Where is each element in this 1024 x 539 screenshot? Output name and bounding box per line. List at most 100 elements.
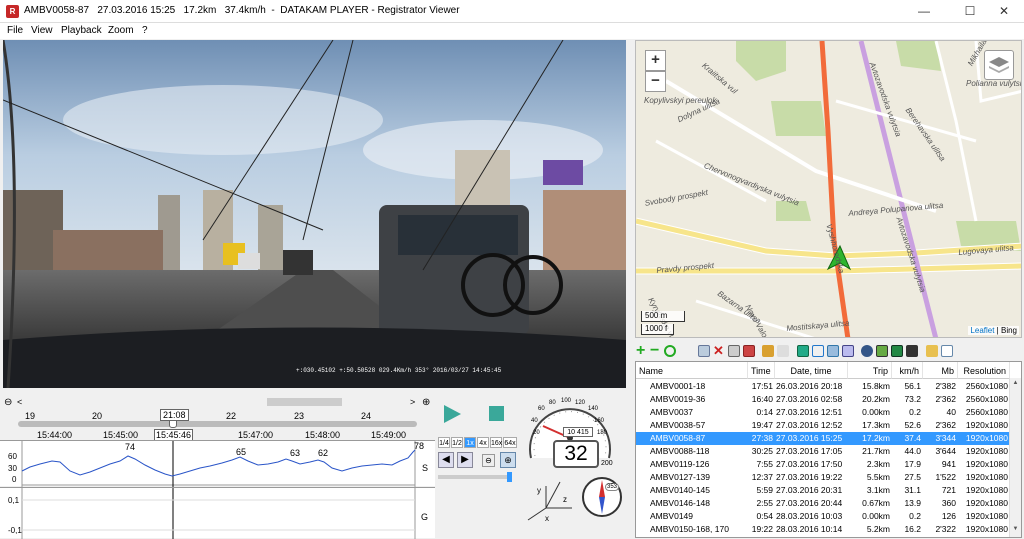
zoom-out-icon[interactable]: ⊖ xyxy=(482,454,495,467)
file-cell-trip: 5.2km xyxy=(866,524,890,534)
file-cell-trip: 3.1km xyxy=(866,485,890,495)
refresh-icon[interactable] xyxy=(664,345,676,357)
file-row[interactable]: AMBV0149 0:54 28.03.2016 10:03 0.00km 0.2 126… xyxy=(636,510,1010,523)
speed-64x-button[interactable]: 64x xyxy=(503,437,517,448)
remove-icon[interactable]: − xyxy=(650,343,662,359)
file-row[interactable]: AMBV0058-87 27:38 27.03.2016 15:25 17.2km 37… xyxy=(636,432,1010,445)
file-row[interactable]: AMBV0038-57 19:47 27.03.2016 12:52 17.3km 52… xyxy=(636,419,1010,432)
map-zoom-out-button[interactable]: − xyxy=(645,71,666,92)
magnify-plus-icon[interactable]: ⊕ xyxy=(422,397,430,408)
file-row[interactable]: AMBV0119-126 7:55 27.03.2016 17:50 2.3km 17.… xyxy=(636,458,1010,471)
scroll-up-icon[interactable]: ▲ xyxy=(1011,380,1020,386)
column-header-kmh[interactable]: km/h xyxy=(892,362,923,379)
document-icon[interactable] xyxy=(941,345,953,357)
check-icon[interactable] xyxy=(891,345,903,357)
add-icon[interactable]: + xyxy=(636,343,648,359)
file-cell-date: 27.03.2016 19:22 xyxy=(776,472,843,482)
crop-icon[interactable] xyxy=(812,345,824,357)
camera-icon[interactable] xyxy=(743,345,755,357)
file-row[interactable]: AMBV0146-148 2:55 27.03.2016 20:44 0.67km 13… xyxy=(636,497,1010,510)
file-cell-mb: 3'344 xyxy=(935,433,956,443)
map-icon[interactable] xyxy=(876,345,888,357)
column-header-name[interactable]: Name xyxy=(636,362,748,379)
speed-chart[interactable]: 60 30 0 74 65 63 62 78 S xyxy=(0,440,435,487)
menu-zoom[interactable]: Zoom xyxy=(108,25,134,36)
copy-icon[interactable] xyxy=(698,345,710,357)
cut-icon[interactable] xyxy=(777,345,789,357)
file-row[interactable]: AMBV0019-36 16:40 27.03.2016 02:58 20.2km 73… xyxy=(636,393,1010,406)
file-cell-name: AMBV0001-18 xyxy=(650,381,706,391)
menu-help[interactable]: ? xyxy=(142,25,148,36)
film-icon[interactable] xyxy=(906,345,918,357)
minute-tick-label: 15:47:00 xyxy=(238,430,274,440)
file-row[interactable]: AMBV0140-145 5:59 27.03.2016 20:31 3.1km 31.… xyxy=(636,484,1010,497)
file-list-scrollbar[interactable]: ▲ ▼ xyxy=(1009,378,1021,537)
export-icon[interactable] xyxy=(797,345,809,357)
timeline-scroll-right[interactable]: > xyxy=(410,397,415,407)
map-zoom-in-button[interactable]: + xyxy=(645,50,666,71)
z-axis-label: z xyxy=(563,495,567,504)
file-row[interactable]: AMBV0088-118 30:25 27.03.2016 17:05 21.7km 4… xyxy=(636,445,1010,458)
file-cell-name: AMBV0127-139 xyxy=(650,472,711,482)
file-cell-name: AMBV0088-118 xyxy=(650,446,710,456)
zoom-in-icon[interactable]: ⊕ xyxy=(500,452,516,468)
scroll-down-icon[interactable]: ▼ xyxy=(1011,526,1020,532)
file-cell-trip: 5.5km xyxy=(866,472,890,482)
volume-slider[interactable] xyxy=(438,475,512,479)
column-header-trip[interactable]: Trip xyxy=(848,362,892,379)
playback-controls: 1/4 1/2 1x 4x 16x 64x ◀ ▶ ⊖ ⊕ xyxy=(436,393,522,538)
column-header-datetime[interactable]: Date, time xyxy=(775,362,848,379)
globe-icon[interactable] xyxy=(861,345,873,357)
file-cell-name: AMBV0149 xyxy=(650,511,693,521)
file-cell-kmh: 52.6 xyxy=(904,420,921,430)
close-button[interactable]: ✕ xyxy=(984,0,1024,23)
menu-file[interactable]: File xyxy=(7,25,23,36)
map-view[interactable]: + − Avtozavodska vulytsia Avtozavodska v… xyxy=(635,40,1022,338)
file-cell-res: 2560x1080 xyxy=(965,407,1008,417)
column-header-resolution[interactable]: Resolution xyxy=(958,362,1010,379)
speed-peak-label: 62 xyxy=(318,448,329,458)
next-frame-icon[interactable]: ▶ xyxy=(457,452,473,468)
timeline[interactable]: ⊖ ⊕ < > 19 20 21:08 22 23 24 15:44:00 15… xyxy=(0,393,435,441)
leaflet-link[interactable]: Leaflet xyxy=(970,326,994,335)
delete-icon[interactable]: ✕ xyxy=(713,344,725,357)
key-icon[interactable] xyxy=(762,345,774,357)
file-row[interactable]: AMBV0037 0:14 27.03.2016 12:51 0.00km 0.2 40 2… xyxy=(636,406,1010,419)
folder-icon[interactable] xyxy=(926,345,938,357)
volume-slider-thumb[interactable] xyxy=(507,472,512,482)
speed-quarter-button[interactable]: 1/4 xyxy=(438,437,450,448)
file-cell-date: 27.03.2016 15:25 xyxy=(776,433,843,443)
timeline-scroll-left[interactable]: < xyxy=(17,397,22,407)
column-header-time[interactable]: Time xyxy=(748,362,775,379)
magnify-minus-icon[interactable]: ⊖ xyxy=(4,397,12,408)
file-cell-res: 1920x1080 xyxy=(965,459,1008,469)
menu-bar: File View Playback Zoom ? xyxy=(0,23,1024,39)
speed-peak-label: 74 xyxy=(125,442,136,452)
stop-icon[interactable] xyxy=(489,406,504,421)
file-list[interactable]: Name Time Date, time Trip km/h Mb Resolu… xyxy=(635,361,1022,538)
column-header-mb[interactable]: Mb xyxy=(923,362,958,379)
file-cell-mb: 3'644 xyxy=(935,446,956,456)
previous-frame-icon[interactable]: ◀ xyxy=(438,452,454,468)
minimize-button[interactable]: — xyxy=(904,0,944,23)
speed-16x-button[interactable]: 16x xyxy=(490,437,502,448)
speed-1x-button[interactable]: 1x xyxy=(464,437,476,448)
speed-4x-button[interactable]: 4x xyxy=(477,437,489,448)
save-icon[interactable] xyxy=(728,345,740,357)
file-cell-time: 5:59 xyxy=(756,485,773,495)
layers-icon[interactable] xyxy=(984,50,1014,80)
timeline-track[interactable] xyxy=(18,421,417,427)
file-row[interactable]: AMBV0127-139 12:37 27.03.2016 19:22 5.5km 27… xyxy=(636,471,1010,484)
timeline-scrollbar-thumb[interactable] xyxy=(267,398,342,406)
menu-playback[interactable]: Playback xyxy=(61,25,102,36)
play-icon[interactable] xyxy=(444,405,461,423)
menu-view[interactable]: View xyxy=(31,25,53,36)
video-frame[interactable]: +:030.45102 +:50.50528 029.4Km/h 353° 20… xyxy=(3,40,626,388)
file-row[interactable]: AMBV0150-168, 170 19:22 28.03.2016 10:14 5.… xyxy=(636,523,1010,536)
g-sensor-chart[interactable]: 0,1 -0,1 G xyxy=(0,487,435,539)
speed-half-button[interactable]: 1/2 xyxy=(451,437,463,448)
file-row[interactable]: AMBV0001-18 17:51 26.03.2016 20:18 15.8km 56… xyxy=(636,380,1010,393)
search-icon[interactable] xyxy=(842,345,854,357)
duplicate-icon[interactable] xyxy=(827,345,839,357)
file-cell-mb: 721 xyxy=(941,485,956,495)
